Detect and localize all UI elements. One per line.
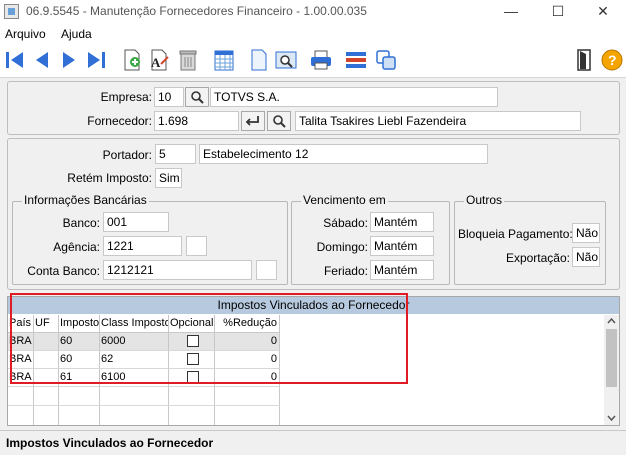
print-icon[interactable] — [309, 48, 333, 72]
scrollbar-thumb[interactable] — [606, 329, 617, 387]
toolbar: A ? — [0, 44, 626, 78]
grid-empty-area — [8, 387, 280, 425]
prev-icon[interactable] — [30, 48, 54, 72]
agencia-digit-field[interactable] — [186, 236, 207, 256]
help-icon[interactable]: ? — [600, 48, 624, 72]
status-text: Impostos Vinculados ao Fornecedor — [6, 436, 214, 450]
conta-banco-field[interactable]: 1212121 — [103, 260, 252, 280]
empresa-label: Empresa: — [100, 90, 152, 104]
domingo-field[interactable]: Mantém — [370, 236, 434, 256]
close-button[interactable]: ✕ — [580, 0, 626, 24]
search-icon — [191, 91, 204, 104]
exportacao-field[interactable]: Não — [572, 247, 600, 267]
retem-imposto-field[interactable]: Sim — [155, 168, 182, 188]
document-icon[interactable] — [247, 48, 271, 72]
sabado-field[interactable]: Mantém — [370, 212, 434, 232]
menu-ajuda[interactable]: Ajuda — [61, 27, 92, 41]
details-panel: Portador: 5 Estabelecimento 12 Retém Imp… — [7, 138, 620, 290]
maximize-button[interactable]: ☐ — [535, 0, 581, 24]
window-title: 06.9.5545 - Manutenção Fornecedores Fina… — [26, 4, 367, 18]
bloqueia-pagamento-label: Bloqueia Pagamento: — [458, 227, 573, 241]
enter-icon — [245, 116, 259, 126]
agencia-field[interactable]: 1221 — [103, 236, 182, 256]
chevron-up-icon[interactable] — [607, 317, 616, 325]
fornecedor-code-field[interactable]: 1.698 — [154, 111, 239, 131]
empresa-name-field: TOTVS S.A. — [210, 87, 498, 107]
menu-bar: Arquivo Ajuda — [0, 24, 626, 44]
next-icon[interactable] — [57, 48, 81, 72]
domingo-label: Domingo: — [316, 240, 368, 254]
status-bar: Impostos Vinculados ao Fornecedor — [0, 430, 626, 455]
conta-digit-field[interactable] — [256, 260, 277, 280]
list-icon[interactable] — [344, 48, 368, 72]
portador-code-field[interactable]: 5 — [155, 144, 196, 164]
first-icon[interactable] — [3, 48, 27, 72]
conta-banco-label: Conta Banco: — [27, 264, 100, 278]
exit-icon[interactable] — [572, 48, 596, 72]
add-icon[interactable] — [120, 48, 144, 72]
vertical-scrollbar[interactable] — [604, 315, 619, 425]
retem-imposto-label: Retém Imposto: — [67, 171, 152, 185]
fornecedor-enter-button[interactable] — [241, 111, 265, 131]
exportacao-label: Exportação: — [505, 251, 570, 265]
portador-label: Portador: — [102, 148, 152, 162]
calendar-icon[interactable] — [212, 48, 236, 72]
empresa-code-field[interactable]: 10 — [154, 87, 184, 107]
chevron-down-icon[interactable] — [607, 414, 616, 422]
sabado-label: Sábado: — [323, 216, 368, 230]
fornecedor-label: Fornecedor: — [87, 114, 152, 128]
bloqueia-pagamento-field[interactable]: Não — [572, 223, 600, 243]
bank-group-title: Informações Bancárias — [22, 193, 149, 207]
banco-field[interactable]: 001 — [103, 212, 169, 232]
vencimento-group-title: Vencimento em — [301, 193, 388, 207]
menu-arquivo[interactable]: Arquivo — [5, 27, 46, 41]
last-icon[interactable] — [84, 48, 108, 72]
find-icon[interactable] — [274, 48, 298, 72]
copy-icon[interactable] — [374, 48, 398, 72]
title-bar: 06.9.5545 - Manutenção Fornecedores Fina… — [0, 0, 626, 24]
svg-text:A: A — [151, 55, 161, 70]
portador-name-field: Estabelecimento 12 — [199, 144, 488, 164]
outros-group — [454, 201, 606, 285]
delete-icon[interactable] — [176, 48, 200, 72]
edit-icon[interactable]: A — [147, 48, 171, 72]
banco-label: Banco: — [62, 216, 100, 230]
svg-text:?: ? — [608, 52, 617, 68]
app-icon — [4, 4, 19, 19]
feriado-label: Feriado: — [323, 264, 368, 278]
fornecedor-search-button[interactable] — [267, 111, 291, 131]
outros-group-title: Outros — [464, 193, 505, 207]
feriado-field[interactable]: Mantém — [370, 260, 434, 280]
minimize-button[interactable]: — — [488, 0, 534, 24]
header-panel: Empresa: 10 TOTVS S.A. Fornecedor: 1.698… — [7, 81, 620, 135]
agencia-label: Agência: — [53, 240, 100, 254]
empresa-search-button[interactable] — [185, 87, 209, 107]
search-icon — [273, 115, 286, 128]
highlight-box — [10, 293, 408, 384]
fornecedor-name-field: Talita Tsakires Liebl Fazendeira — [295, 111, 581, 131]
